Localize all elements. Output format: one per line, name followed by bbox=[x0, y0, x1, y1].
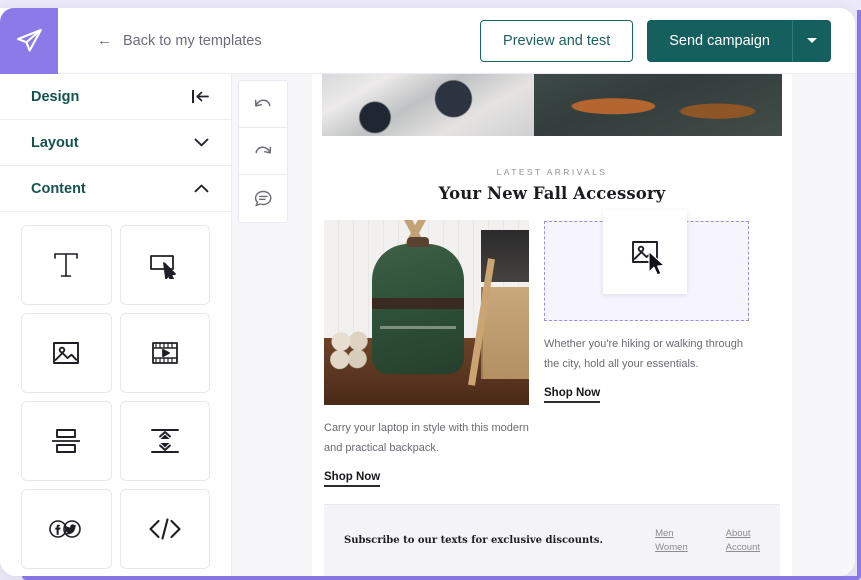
right-column-shop-now-link[interactable]: Shop Now bbox=[544, 387, 601, 403]
send-campaign-dropdown-button[interactable] bbox=[792, 19, 831, 62]
image-icon bbox=[51, 339, 81, 367]
footer-link-men[interactable]: Men bbox=[655, 528, 688, 539]
redo-arrow-icon bbox=[253, 142, 273, 160]
right-column-body: Whether you're hiking or walking through… bbox=[544, 338, 743, 371]
email-footer: Subscribe to our texts for exclusive dis… bbox=[324, 504, 780, 576]
content-tile-video-block[interactable] bbox=[119, 313, 210, 393]
content-tile-text-block[interactable] bbox=[21, 225, 112, 305]
content-blocks-grid bbox=[0, 212, 231, 576]
dragged-image-block[interactable] bbox=[603, 210, 687, 294]
back-to-templates-label: Back to my templates bbox=[123, 32, 262, 49]
undo-button[interactable] bbox=[239, 81, 287, 128]
email-headline: Your New Fall Accessory bbox=[438, 184, 666, 203]
split-rows-icon bbox=[50, 427, 82, 455]
spacer-icon bbox=[149, 427, 181, 455]
email-right-column: Whether you're hiking or walking through… bbox=[544, 210, 749, 487]
text-t-icon bbox=[51, 249, 81, 281]
top-bar: ← Back to my templates Preview and test … bbox=[0, 8, 855, 74]
undo-arrow-icon bbox=[253, 95, 273, 113]
send-campaign-split-button: Send campaign bbox=[647, 19, 831, 62]
hero-image-row[interactable] bbox=[322, 74, 783, 136]
caret-down-icon bbox=[807, 38, 817, 43]
window-frame-bottom-edge bbox=[22, 576, 861, 580]
email-canvas[interactable]: LATEST ARRIVALS Your New Fall Accessory bbox=[294, 74, 855, 576]
backpack-image[interactable] bbox=[324, 220, 529, 405]
sidebar-section-content-label: Content bbox=[31, 180, 86, 197]
image-block-dropzone[interactable] bbox=[544, 210, 749, 321]
email-eyebrow: LATEST ARRIVALS bbox=[496, 167, 608, 177]
content-tile-spacer-block[interactable] bbox=[119, 401, 210, 481]
left-sidebar: Design Layout Content bbox=[0, 74, 232, 576]
send-campaign-button[interactable]: Send campaign bbox=[647, 19, 792, 62]
app-window: ← Back to my templates Preview and test … bbox=[0, 8, 855, 576]
footer-link-about[interactable]: About bbox=[726, 528, 760, 539]
paper-plane-icon bbox=[14, 26, 44, 56]
email-two-column-row: Carry your laptop in style with this mod… bbox=[324, 210, 780, 487]
sidebar-section-design[interactable]: Design bbox=[0, 74, 231, 120]
left-column-body: Carry your laptop in style with this mod… bbox=[324, 422, 529, 455]
content-tile-split-block[interactable] bbox=[21, 401, 112, 481]
video-film-icon bbox=[150, 339, 180, 367]
back-to-templates-link[interactable]: ← Back to my templates bbox=[97, 33, 262, 49]
content-tile-image-block[interactable] bbox=[21, 313, 112, 393]
footer-link-account[interactable]: Account bbox=[726, 542, 760, 553]
arrow-left-icon: ← bbox=[97, 32, 112, 49]
preview-and-test-label: Preview and test bbox=[503, 32, 611, 49]
redo-button[interactable] bbox=[239, 128, 287, 175]
top-bar-actions: Preview and test Send campaign bbox=[480, 19, 855, 62]
chevron-up-icon[interactable] bbox=[194, 184, 209, 193]
content-tile-button-block[interactable] bbox=[119, 225, 210, 305]
footer-links-column-2: About Account bbox=[726, 528, 760, 553]
email-template: LATEST ARRIVALS Your New Fall Accessory bbox=[312, 74, 792, 576]
editor-toolbar bbox=[238, 80, 288, 223]
content-tile-html-block[interactable] bbox=[119, 489, 210, 569]
sidebar-section-layout-label: Layout bbox=[31, 134, 79, 151]
email-left-column: Carry your laptop in style with this mod… bbox=[324, 220, 529, 487]
button-cursor-icon bbox=[148, 251, 182, 279]
content-tile-social-block[interactable] bbox=[21, 489, 112, 569]
sidebar-section-layout[interactable]: Layout bbox=[0, 120, 231, 166]
sidebar-section-content[interactable]: Content bbox=[0, 166, 231, 212]
footer-headline: Subscribe to our texts for exclusive dis… bbox=[344, 535, 603, 546]
app-frame: ← Back to my templates Preview and test … bbox=[0, 0, 861, 580]
footer-link-women[interactable]: Women bbox=[655, 542, 688, 553]
preview-and-test-button[interactable]: Preview and test bbox=[480, 19, 634, 62]
footer-links-column-1: Men Women bbox=[655, 528, 688, 553]
sidebar-section-design-label: Design bbox=[31, 88, 80, 105]
send-campaign-label: Send campaign bbox=[669, 32, 770, 49]
app-logo[interactable] bbox=[0, 8, 58, 74]
editor-body: Design Layout Content LATEST ARRIVALS Yo… bbox=[0, 74, 855, 576]
social-icons-icon bbox=[46, 518, 86, 540]
hero-right-image[interactable] bbox=[533, 74, 783, 136]
comments-button[interactable] bbox=[239, 175, 287, 222]
left-column-shop-now-link[interactable]: Shop Now bbox=[324, 471, 381, 487]
footer-links: Men Women About Account bbox=[655, 528, 760, 553]
code-brackets-icon bbox=[147, 516, 183, 542]
editor-toolbar-column bbox=[232, 74, 294, 576]
comment-bubble-icon bbox=[253, 189, 274, 209]
mouse-pointer-icon bbox=[647, 250, 667, 278]
hero-left-image[interactable] bbox=[322, 74, 534, 136]
collapse-panel-icon[interactable] bbox=[192, 90, 209, 103]
chevron-down-icon[interactable] bbox=[194, 138, 209, 147]
window-frame-right-edge bbox=[857, 10, 861, 580]
